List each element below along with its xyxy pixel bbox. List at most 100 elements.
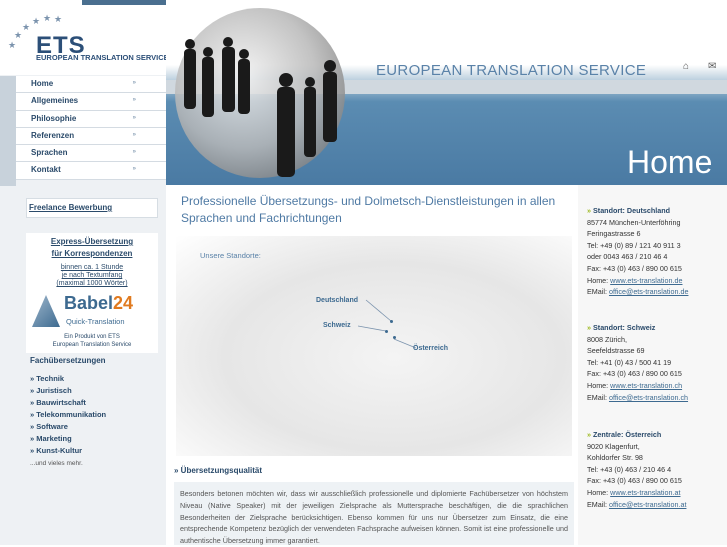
location-switzerland: » Standort: Schweiz 8008 Zürich, Seefeld… — [587, 322, 688, 403]
address-line: Kohldorfer Str. 98 — [587, 453, 643, 463]
fax-line: Fax: +43 (0) 463 / 890 00 615 — [587, 263, 682, 273]
menu-item-sprachen[interactable]: Sprachen » — [16, 145, 166, 163]
home-line: Home: www.ets-translation.de — [587, 275, 683, 285]
home-line: Home: www.ets-translation.ch — [587, 380, 683, 390]
express-title-2[interactable]: für Korrespondenzen — [26, 248, 158, 260]
left-stripe — [0, 76, 16, 186]
fach-item-marketing[interactable]: » Marketing — [30, 434, 106, 446]
express-footer: Ein Produkt von ETS European Translation… — [26, 333, 158, 349]
express-foot-1: Ein Produkt von ETS — [64, 334, 120, 340]
email-link[interactable]: office@ets-translation.ch — [609, 393, 688, 402]
main-menu: Home » Allgemeines » Philosophie » Referenz… — [16, 76, 166, 180]
svg-text:★: ★ — [32, 16, 40, 26]
email-link[interactable]: office@ets-translation.at — [609, 500, 686, 509]
quality-text: Besonders betonen möchten wir, dass wir … — [174, 482, 574, 545]
express-foot-2: European Translation Service — [52, 342, 132, 348]
svg-text:★: ★ — [22, 22, 30, 32]
map-label-schweiz: Schweiz — [323, 322, 351, 329]
europe-map: Unsere Standorte: Deutschland Schweiz Ös… — [176, 236, 572, 456]
menu-item-label: Philosophie — [31, 113, 77, 123]
menu-item-label: Home — [31, 79, 54, 88]
website-link[interactable]: www.ets-translation.ch — [610, 381, 682, 390]
babel-main: Babel — [64, 293, 114, 313]
express-box[interactable]: Express-Übersetzung für Korrespondenzen … — [26, 233, 158, 353]
quality-heading: » Übersetzungsqualität — [174, 466, 263, 475]
website-link[interactable]: www.ets-translation.at — [610, 488, 680, 497]
babel24-logo[interactable]: Babel24 Quick-Translation — [30, 293, 154, 327]
home-icon[interactable]: ⌂ — [683, 61, 689, 72]
address-line: Feringastrasse 6 — [587, 229, 641, 239]
arrow-icon: » — [132, 131, 136, 138]
location-heading: » Standort: Schweiz — [587, 323, 656, 332]
map-lines — [357, 299, 417, 349]
main-headline: Professionelle Übersetzungs- und Dolmets… — [181, 194, 556, 225]
site-title: EUROPEAN TRANSLATION SERVICE — [376, 62, 647, 79]
address-line: 9020 Klagenfurt, — [587, 441, 640, 451]
phone-line: Tel: +49 (0) 89 / 121 40 911 3 — [587, 240, 681, 250]
babel-name: Babel24 — [64, 293, 133, 314]
email-line: EMail: office@ets-translation.ch — [587, 392, 689, 402]
menu-item-home[interactable]: Home » — [16, 76, 166, 94]
arrow-icon: » — [132, 114, 136, 121]
phone-line: oder 0043 463 / 210 46 4 — [587, 252, 668, 262]
logo[interactable]: ★ ★ ★ ★ ★ ★ ETS EUROPEAN TRANSLATION SER… — [6, 12, 176, 67]
menu-item-philosophie[interactable]: Philosophie » — [16, 111, 166, 128]
map-dot-de — [390, 320, 393, 323]
menu-item-label: Allgemeines — [31, 96, 79, 106]
mail-icon[interactable]: ✉ — [708, 61, 716, 72]
svg-text:★: ★ — [43, 13, 51, 23]
express-sub-1[interactable]: binnen ca. 1 Stunde — [26, 264, 158, 272]
location-austria: » Zentrale: Österreich 9020 Klagenfurt, … — [587, 429, 686, 510]
svg-text:★: ★ — [8, 40, 16, 50]
page-title: Home — [627, 144, 713, 180]
email-link[interactable]: office@ets-translation.de — [609, 287, 688, 296]
map-label-oesterreich: Österreich — [413, 345, 449, 352]
email-line: EMail: office@ets-translation.de — [587, 287, 689, 297]
fach-more: ...und vieles mehr. — [30, 460, 83, 467]
map-label-deutschland: Deutschland — [316, 297, 359, 304]
address-line: 85774 München-Unterföhring — [587, 217, 681, 227]
fax-line: Fax: +43 (0) 463 / 890 00 615 — [587, 369, 682, 379]
arrow-icon: » — [132, 80, 136, 86]
location-germany: » Standort: Deutschland 85774 München-Un… — [587, 205, 688, 298]
menu-item-label: Referenzen — [31, 130, 75, 140]
phone-line: Tel: +43 (0) 463 / 210 46 4 — [587, 464, 672, 474]
express-sub-3[interactable]: (maximal 1000 Wörter) — [26, 280, 158, 288]
menu-item-label: Sprachen — [31, 148, 68, 158]
arrow-icon: » — [132, 149, 136, 156]
express-sub-2[interactable]: je nach Textumfang — [26, 272, 158, 280]
phone-line: Tel: +41 (0) 43 / 500 41 19 — [587, 357, 672, 367]
address-line: Seefeldstrasse 69 — [587, 346, 645, 356]
fach-item-software[interactable]: » Software — [30, 422, 106, 434]
home-line: Home: www.ets-translation.at — [587, 487, 681, 497]
location-heading: » Standort: Deutschland — [587, 206, 671, 215]
fach-item-bauwirtschaft[interactable]: » Bauwirtschaft — [30, 398, 106, 410]
address-line: 8008 Zürich, — [587, 334, 627, 344]
svg-text:★: ★ — [14, 30, 22, 40]
babel-triangle-icon — [32, 295, 60, 327]
svg-text:★: ★ — [54, 14, 62, 24]
menu-item-label: Kontakt — [31, 165, 61, 175]
freelance-link[interactable]: Freelance Bewerbung — [26, 198, 158, 218]
fach-item-technik[interactable]: » Technik — [30, 374, 106, 386]
fach-item-telekommunikation[interactable]: » Telekommunikation — [30, 410, 106, 422]
map-dot-at — [393, 336, 396, 339]
fax-line: Fax: +43 (0) 463 / 890 00 615 — [587, 476, 682, 486]
babel-number: 24 — [113, 293, 134, 313]
location-heading: » Zentrale: Österreich — [587, 430, 662, 439]
fach-item-kunst-kultur[interactable]: » Kunst-Kultur — [30, 446, 106, 458]
fach-list: » Technik » Juristisch » Bauwirtschaft »… — [30, 374, 106, 458]
menu-item-kontakt[interactable]: Kontakt » — [16, 162, 166, 180]
express-title-1[interactable]: Express-Übersetzung — [26, 236, 158, 248]
menu-item-allgemeines[interactable]: Allgemeines » — [16, 93, 166, 111]
email-line: EMail: office@ets-translation.at — [587, 499, 687, 509]
menu-item-referenzen[interactable]: Referenzen » — [16, 128, 166, 146]
fach-heading: Fachübersetzungen — [30, 356, 106, 365]
logo-subtitle: EUROPEAN TRANSLATION SERVICE — [36, 53, 169, 62]
babel-subtitle: Quick-Translation — [66, 317, 125, 326]
arrow-icon: » — [132, 97, 136, 104]
fach-item-juristisch[interactable]: » Juristisch — [30, 386, 106, 398]
website-link[interactable]: www.ets-translation.de — [610, 276, 682, 285]
arrow-icon: » — [132, 166, 136, 173]
map-dot-ch — [385, 330, 388, 333]
